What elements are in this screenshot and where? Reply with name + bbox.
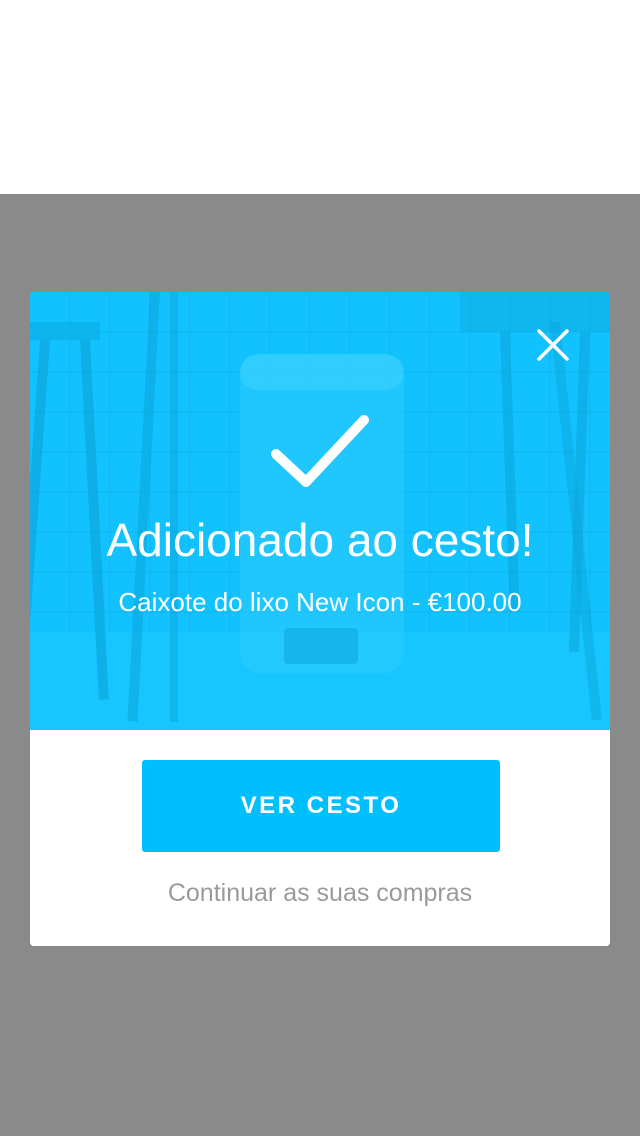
product-summary: Caixote do lixo New Icon - €100.00 (118, 587, 522, 617)
page-background-top (0, 0, 640, 194)
modal-actions: VER CESTO Continuar as suas compras (30, 730, 610, 946)
added-to-cart-modal: Adicionado ao cesto! Caixote do lixo New… (30, 292, 610, 946)
product-background-image (30, 292, 610, 730)
modal-hero: Adicionado ao cesto! Caixote do lixo New… (30, 292, 610, 730)
close-icon (537, 329, 569, 361)
close-button[interactable] (536, 328, 570, 362)
checkmark-icon (268, 410, 372, 494)
view-cart-button[interactable]: VER CESTO (142, 760, 500, 852)
continue-shopping-link[interactable]: Continuar as suas compras (30, 876, 610, 910)
modal-title: Adicionado ao cesto! (106, 514, 534, 566)
